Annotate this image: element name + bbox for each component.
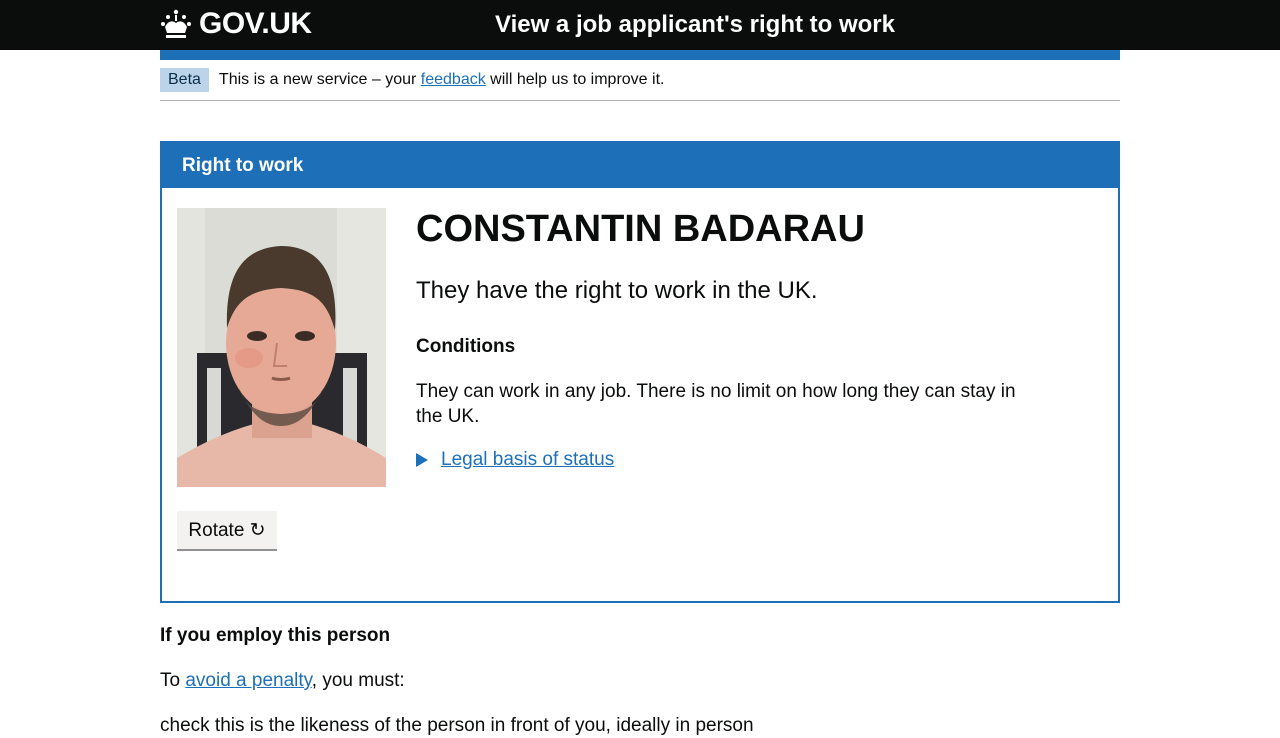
- applicant-name: CONSTANTIN BADARAU: [416, 208, 865, 250]
- avoid-text-after: , you must:: [311, 670, 405, 691]
- applicant-photo: [177, 208, 386, 487]
- site-header: GOV.UK View a job applicant's right to w…: [0, 0, 1280, 50]
- avoid-penalty-text: To avoid a penalty, you must:: [160, 668, 1120, 693]
- right-to-work-panel: Right to work Rotate ↻ CONSTANTIN BADARA…: [160, 141, 1120, 603]
- panel-heading: Right to work: [162, 143, 1118, 188]
- phase-text-before: This is a new service – your: [218, 71, 421, 88]
- employ-heading: If you employ this person: [160, 625, 391, 646]
- employ-section: If you employ this person To avoid a pen…: [160, 623, 1120, 738]
- rotate-button[interactable]: Rotate ↻: [177, 511, 277, 549]
- service-name-link[interactable]: View a job applicant's right to work: [495, 10, 895, 40]
- employ-check-item: check this is the likeness of the person…: [160, 715, 754, 736]
- header-blue-bar: [160, 50, 1120, 60]
- phase-banner: Beta This is a new service – your feedba…: [160, 60, 1120, 101]
- conditions-text: They can work in any job. There is no li…: [416, 381, 1016, 427]
- legal-basis-link[interactable]: Legal basis of status: [441, 449, 614, 471]
- applicant-info: CONSTANTIN BADARAU They have the right t…: [416, 208, 1056, 471]
- applicant-photo-image: [177, 208, 386, 487]
- avoid-penalty-link[interactable]: avoid a penalty: [185, 670, 311, 691]
- govuk-logo-link[interactable]: GOV.UK: [160, 6, 312, 42]
- header-container: GOV.UK View a job applicant's right to w…: [160, 0, 1120, 50]
- right-to-work-status: They have the right to work in the UK.: [416, 277, 818, 304]
- avoid-text-before: To: [160, 670, 186, 691]
- crown-icon: [161, 9, 191, 38]
- phase-text-after: will help us to improve it.: [485, 71, 665, 88]
- conditions-heading: Conditions: [416, 336, 516, 357]
- triangle-right-icon: [416, 453, 428, 467]
- logo-text: GOV.UK: [199, 7, 312, 40]
- phase-text: This is a new service – your feedback wi…: [219, 71, 665, 89]
- legal-basis-details[interactable]: Legal basis of status: [416, 449, 1056, 471]
- phase-tag: Beta: [160, 68, 209, 92]
- feedback-link[interactable]: feedback: [421, 71, 486, 88]
